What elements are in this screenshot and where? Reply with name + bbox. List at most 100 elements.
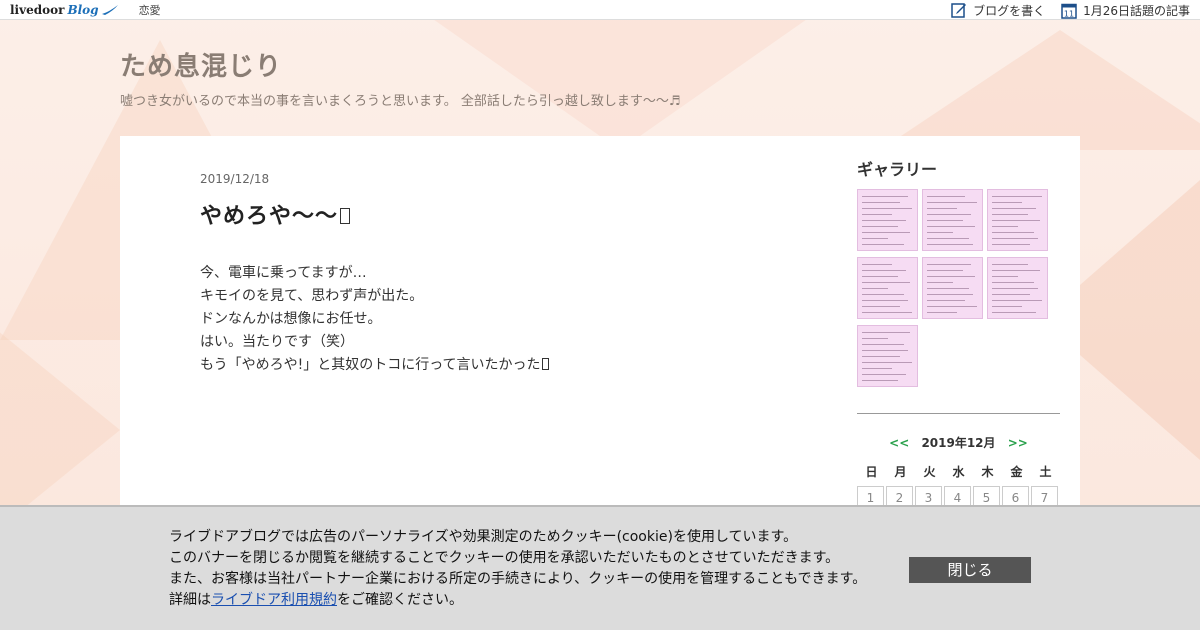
cookie-banner: ライブドアブログでは広告のパーソナライズや効果測定のためクッキー(cookie)… [0, 505, 1200, 630]
cookie-line: このバナーを閉じるか閲覧を継続することでクッキーの使用を承認いただいたものとさせ… [169, 550, 840, 566]
calendar-prev-link[interactable]: << [889, 436, 909, 450]
article-line: キモイのを見て、思わず声が出た。 [200, 288, 424, 304]
thumbnail-text-line [992, 294, 1030, 295]
thumbnail-text-line [992, 196, 1042, 197]
thumbnail-text-line [927, 288, 969, 289]
thumbnail-text-line [862, 356, 900, 357]
weekday: 金 [1010, 465, 1023, 479]
gallery-thumbnail[interactable] [987, 257, 1048, 319]
calendar-weekdays: 日 月 火 水 木 金 土 [857, 463, 1060, 480]
article: 2019/12/18 やめろや〜〜 今、電車に乗ってますが… キモイのを見て、思… [200, 172, 800, 377]
missing-glyph-icon [541, 358, 549, 370]
thumbnail-text-line [862, 362, 912, 363]
thumbnail-text-line [862, 264, 892, 265]
thumbnail-text-line [927, 270, 963, 271]
thumbnail-text-line [992, 282, 1034, 283]
weekday: 火 [923, 465, 936, 479]
logo-blog-text: Blog [67, 2, 99, 17]
thumbnail-text-line [992, 220, 1040, 221]
thumbnail-text-line [927, 214, 971, 215]
thumbnail-text-line [862, 380, 898, 381]
thumbnail-text-line [927, 226, 975, 227]
thumbnail-text-line [862, 332, 910, 333]
thumbnail-text-line [927, 232, 953, 233]
calendar: << 2019年12月 >> 日 月 火 水 木 金 土 1 2 3 4 5 6… [857, 434, 1060, 511]
topic-articles-label: 1月26日話題の記事 [1083, 3, 1190, 18]
calendar-icon: 11 [1061, 3, 1077, 19]
thumbnail-text-line [862, 202, 900, 203]
thumbnail-text-line [927, 264, 971, 265]
sidebar: ギャラリー << 2019年12月 >> 日 月 火 水 木 金 土 1 2 3 [857, 156, 1060, 511]
thumbnail-text-line [992, 238, 1038, 239]
thumbnail-text-line [862, 276, 898, 277]
thumbnail-text-line [862, 306, 900, 307]
thumbnail-text-line [862, 338, 888, 339]
livedoor-blog-logo[interactable]: livedoor Blog [10, 0, 119, 20]
article-line-text: もう「やめろや!」と其奴のトコに行って言いたかった [200, 357, 541, 373]
thumbnail-text-line [862, 350, 908, 351]
thumbnail-text-line [862, 244, 904, 245]
cookie-line: また、お客様は当社パートナー企業における所定の手続きにより、クッキーの使用を管理… [169, 571, 867, 587]
thumbnail-text-line [927, 208, 957, 209]
thumbnail-text-line [992, 300, 1042, 301]
thumbnail-text-line [862, 196, 908, 197]
category-link[interactable]: 恋愛 [139, 2, 161, 18]
thumbnail-text-line [992, 276, 1018, 277]
thumbnail-text-line [992, 288, 1038, 289]
thumbnail-text-line [862, 282, 910, 283]
thumbnail-text-line [927, 306, 977, 307]
logo-text: livedoor [10, 2, 65, 17]
thumbnail-text-line [927, 220, 963, 221]
thumbnail-text-line [862, 294, 904, 295]
cookie-text: ライブドアブログでは広告のパーソナライズや効果測定のためクッキー(cookie)… [169, 527, 866, 611]
gallery-title: ギャラリー [857, 160, 938, 179]
thumbnail-text-line [992, 264, 1028, 265]
thumbnail-text-line [992, 232, 1034, 233]
topic-articles-link[interactable]: 11 1月26日話題の記事 [1061, 2, 1190, 19]
thumbnail-text-line [992, 208, 1036, 209]
write-blog-label: ブログを書く [973, 3, 1046, 18]
calendar-next-link[interactable]: >> [1008, 436, 1028, 450]
thumbnail-text-line [927, 300, 965, 301]
thumbnail-text-line [927, 238, 969, 239]
article-line: はい。当たりです（笑） [200, 334, 354, 350]
thumbnail-text-line [992, 226, 1018, 227]
thumbnail-text-line [927, 196, 965, 197]
thumbnail-text-line [862, 368, 892, 369]
calendar-nav: << 2019年12月 >> [857, 434, 1060, 451]
weekday: 木 [981, 465, 994, 479]
thumbnail-text-line [862, 238, 888, 239]
gallery-thumbnail[interactable] [857, 257, 918, 319]
cookie-line: ライブドアブログでは広告のパーソナライズや効果測定のためクッキー(cookie)… [169, 529, 798, 545]
gallery-thumbnail[interactable] [857, 189, 918, 251]
thumbnail-text-line [862, 374, 906, 375]
thumbnail-text-line [927, 202, 977, 203]
article-line: 今、電車に乗ってますが… [200, 265, 367, 281]
article-line: ドンなんかは想像にお任せ。 [200, 311, 382, 327]
edit-icon [951, 3, 967, 18]
thumbnail-text-line [992, 244, 1030, 245]
thumbnail-text-line [992, 214, 1028, 215]
gallery-grid [857, 189, 1060, 387]
cookie-suffix: をご確認ください。 [337, 592, 463, 608]
write-blog-link[interactable]: ブログを書く [951, 2, 1045, 19]
thumbnail-text-line [927, 294, 973, 295]
weekday: 水 [952, 465, 965, 479]
thumbnail-text-line [862, 226, 898, 227]
weekday: 日 [865, 465, 878, 479]
thumbnail-text-line [927, 312, 957, 313]
article-title[interactable]: やめろや〜〜 [200, 198, 800, 230]
blog-title[interactable]: ため息混じり [120, 46, 282, 83]
gallery-thumbnail[interactable] [922, 189, 983, 251]
gallery-thumbnail[interactable] [857, 325, 918, 387]
gallery-thumbnail[interactable] [987, 189, 1048, 251]
thumbnail-text-line [927, 244, 973, 245]
thumbnail-text-line [862, 270, 906, 271]
thumbnail-text-line [927, 276, 975, 277]
gallery-thumbnail[interactable] [922, 257, 983, 319]
close-banner-button[interactable]: 閉じる [909, 557, 1031, 583]
thumbnail-text-line [862, 214, 892, 215]
terms-link[interactable]: ライブドア利用規約 [211, 592, 337, 608]
thumbnail-text-line [862, 208, 912, 209]
thumbnail-text-line [862, 312, 912, 313]
